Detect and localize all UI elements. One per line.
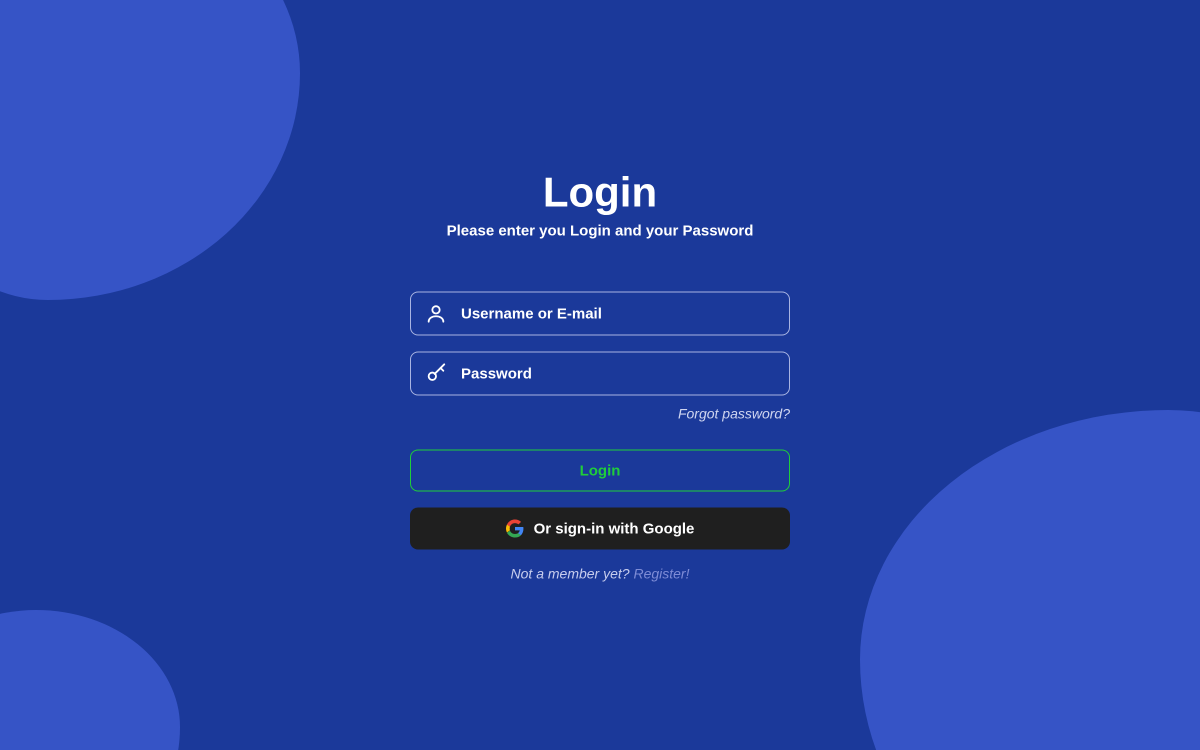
decorative-blob — [0, 0, 300, 300]
forgot-password-link[interactable]: Forgot password? — [410, 406, 790, 422]
google-icon — [506, 520, 524, 538]
login-button[interactable]: Login — [410, 450, 790, 492]
key-icon — [425, 363, 447, 385]
password-input[interactable] — [461, 365, 775, 382]
page-subtitle: Please enter you Login and your Password — [410, 223, 790, 240]
google-signin-button[interactable]: Or sign-in with Google — [410, 508, 790, 550]
register-prompt-text: Not a member yet? — [511, 566, 634, 582]
password-field-wrapper[interactable] — [410, 352, 790, 396]
register-link[interactable]: Register! — [633, 566, 689, 582]
username-field-wrapper[interactable] — [410, 292, 790, 336]
page-title: Login — [410, 169, 790, 217]
google-button-label: Or sign-in with Google — [534, 520, 695, 537]
username-input[interactable] — [461, 305, 775, 322]
user-icon — [425, 303, 447, 325]
login-card: Login Please enter you Login and your Pa… — [410, 169, 790, 582]
decorative-blob — [0, 610, 180, 750]
register-prompt: Not a member yet? Register! — [410, 566, 790, 582]
decorative-blob — [860, 410, 1200, 750]
